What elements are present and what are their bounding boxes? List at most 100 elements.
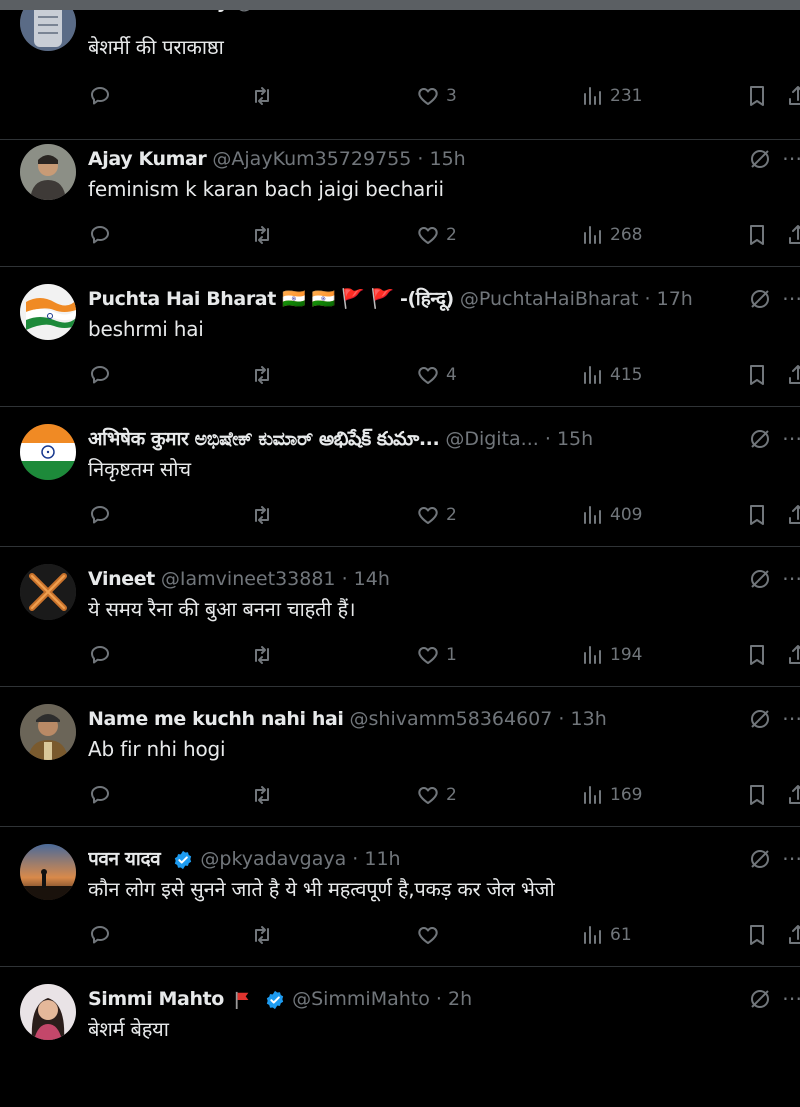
bookmark-icon: [750, 785, 764, 805]
reply-button[interactable]: [88, 500, 118, 530]
more-options-icon[interactable]: ⋯: [782, 988, 800, 1008]
avatar[interactable]: [20, 564, 76, 620]
share-button[interactable]: [786, 500, 800, 530]
grok-icon[interactable]: [748, 567, 772, 591]
reply-item[interactable]: Puchta Hai Bharat 🇮🇳 🇮🇳 🚩 🚩 -(हिन्दू) @P…: [0, 267, 800, 407]
display-name[interactable]: Name me kuchh nahi hai: [88, 708, 344, 730]
retweet-button[interactable]: [250, 780, 280, 810]
user-handle[interactable]: @pkyadavgaya: [200, 848, 346, 870]
user-handle[interactable]: @AjayKum35729755: [212, 148, 411, 170]
more-options-icon[interactable]: ⋯: [782, 148, 800, 168]
avatar[interactable]: [20, 144, 76, 200]
like-button[interactable]: 1: [416, 640, 457, 670]
grok-icon[interactable]: [748, 147, 772, 171]
like-button[interactable]: [416, 920, 446, 950]
views-button[interactable]: 409: [580, 500, 642, 530]
reply-button[interactable]: [88, 81, 118, 111]
user-handle[interactable]: @Iamvineet33881: [161, 568, 336, 590]
like-button[interactable]: 2: [416, 220, 457, 250]
retweet-button[interactable]: [250, 360, 280, 390]
display-name[interactable]: पवन यादव: [88, 848, 161, 870]
views-count: 169: [610, 785, 643, 805]
reply-button[interactable]: [88, 920, 118, 950]
share-button[interactable]: [786, 640, 800, 670]
user-handle[interactable]: @PuchtaHaiBharat: [460, 288, 639, 310]
retweet-button[interactable]: [250, 640, 280, 670]
like-button[interactable]: 2: [416, 500, 457, 530]
bookmark-button[interactable]: [745, 360, 769, 390]
views-button[interactable]: 169: [580, 780, 642, 810]
views-count: 415: [610, 365, 643, 385]
bookmark-button[interactable]: [745, 920, 769, 950]
display-name[interactable]: अभिषेक कुमार ಅಭಿಷೇಕ್ ಕುಮಾರ್ అభిషేక్ కుమా…: [88, 428, 440, 450]
grok-icon[interactable]: [748, 287, 772, 311]
avatar[interactable]: [20, 704, 76, 760]
more-options-icon[interactable]: ⋯: [782, 708, 800, 728]
display-name[interactable]: Simmi Mahto: [88, 988, 224, 1010]
user-handle[interactable]: @Digita...: [445, 428, 538, 450]
reply-item[interactable]: पवन यादव @pkyadavgaya · 11h ⋯ कौन लोग इस…: [0, 827, 800, 967]
views-button[interactable]: 231: [580, 81, 642, 111]
like-button[interactable]: 2: [416, 780, 457, 810]
action-bar: 61: [0, 920, 800, 950]
views-button[interactable]: 268: [580, 220, 642, 250]
bookmark-button[interactable]: [745, 81, 769, 111]
more-options-icon[interactable]: ⋯: [782, 568, 800, 588]
reply-header: Puchta Hai Bharat 🇮🇳 🇮🇳 🚩 🚩 -(हिन्दू) @P…: [88, 284, 730, 314]
bookmark-icon: [750, 925, 764, 945]
bookmark-button[interactable]: [745, 500, 769, 530]
grok-icon[interactable]: [748, 427, 772, 451]
more-options-icon[interactable]: ⋯: [782, 428, 800, 448]
views-button[interactable]: 61: [580, 920, 632, 950]
grok-icon[interactable]: [748, 987, 772, 1011]
views-button[interactable]: 194: [580, 640, 642, 670]
more-options-icon[interactable]: ⋯: [782, 288, 800, 308]
grok-icon[interactable]: [748, 847, 772, 871]
bookmark-button[interactable]: [745, 780, 769, 810]
timestamp[interactable]: 14h: [354, 568, 390, 590]
timestamp[interactable]: 17h: [657, 288, 693, 310]
timestamp[interactable]: 15h: [429, 148, 465, 170]
share-button[interactable]: [786, 220, 800, 250]
reply-item[interactable]: Vineet @Iamvineet33881 · 14h ⋯ ये समय रै…: [0, 547, 800, 687]
timestamp[interactable]: 2h: [448, 988, 472, 1010]
reply-button[interactable]: [88, 640, 118, 670]
reply-item[interactable]: Anil k Pandey @AnilPan23342297 · 17h ⋯ ब…: [0, 0, 800, 140]
retweet-button[interactable]: [250, 81, 280, 111]
timestamp[interactable]: 15h: [557, 428, 593, 450]
reply-item[interactable]: Name me kuchh nahi hai @shivamm58364607 …: [0, 687, 800, 827]
retweet-button[interactable]: [250, 920, 280, 950]
reply-item[interactable]: अभिषेक कुमार ಅಭಿಷೇಕ್ ಕುಮಾರ್ అభిషేక్ కుమా…: [0, 407, 800, 547]
retweet-button[interactable]: [250, 220, 280, 250]
views-count: 61: [610, 925, 632, 945]
more-options-icon[interactable]: ⋯: [782, 848, 800, 868]
avatar[interactable]: [20, 284, 76, 340]
share-button[interactable]: [786, 780, 800, 810]
views-button[interactable]: 415: [580, 360, 642, 390]
user-handle[interactable]: @shivamm58364607: [350, 708, 553, 730]
grok-icon[interactable]: [748, 707, 772, 731]
avatar[interactable]: [20, 984, 76, 1040]
avatar[interactable]: [20, 844, 76, 900]
reply-button[interactable]: [88, 360, 118, 390]
share-button[interactable]: [786, 81, 800, 111]
display-name[interactable]: Puchta Hai Bharat 🇮🇳 🇮🇳 🚩 🚩 -(हिन्दू): [88, 288, 454, 310]
verified-badge-icon: [175, 850, 192, 869]
display-name[interactable]: Ajay Kumar: [88, 148, 207, 170]
avatar[interactable]: [20, 424, 76, 480]
user-handle[interactable]: @SimmiMahto: [292, 988, 430, 1010]
bookmark-button[interactable]: [745, 220, 769, 250]
retweet-button[interactable]: [250, 500, 280, 530]
reply-item[interactable]: Ajay Kumar @AjayKum35729755 · 15h ⋯ femi…: [0, 127, 800, 267]
reply-item[interactable]: Simmi Mahto @SimmiMahto · 2h ⋯ बेशर्म बे…: [0, 967, 800, 1107]
reply-button[interactable]: [88, 220, 118, 250]
timestamp[interactable]: 11h: [364, 848, 400, 870]
bookmark-button[interactable]: [745, 640, 769, 670]
share-button[interactable]: [786, 360, 800, 390]
like-button[interactable]: 4: [416, 360, 457, 390]
like-button[interactable]: 3: [416, 81, 457, 111]
display-name[interactable]: Vineet: [88, 568, 155, 590]
share-button[interactable]: [786, 920, 800, 950]
timestamp[interactable]: 13h: [571, 708, 607, 730]
reply-button[interactable]: [88, 780, 118, 810]
